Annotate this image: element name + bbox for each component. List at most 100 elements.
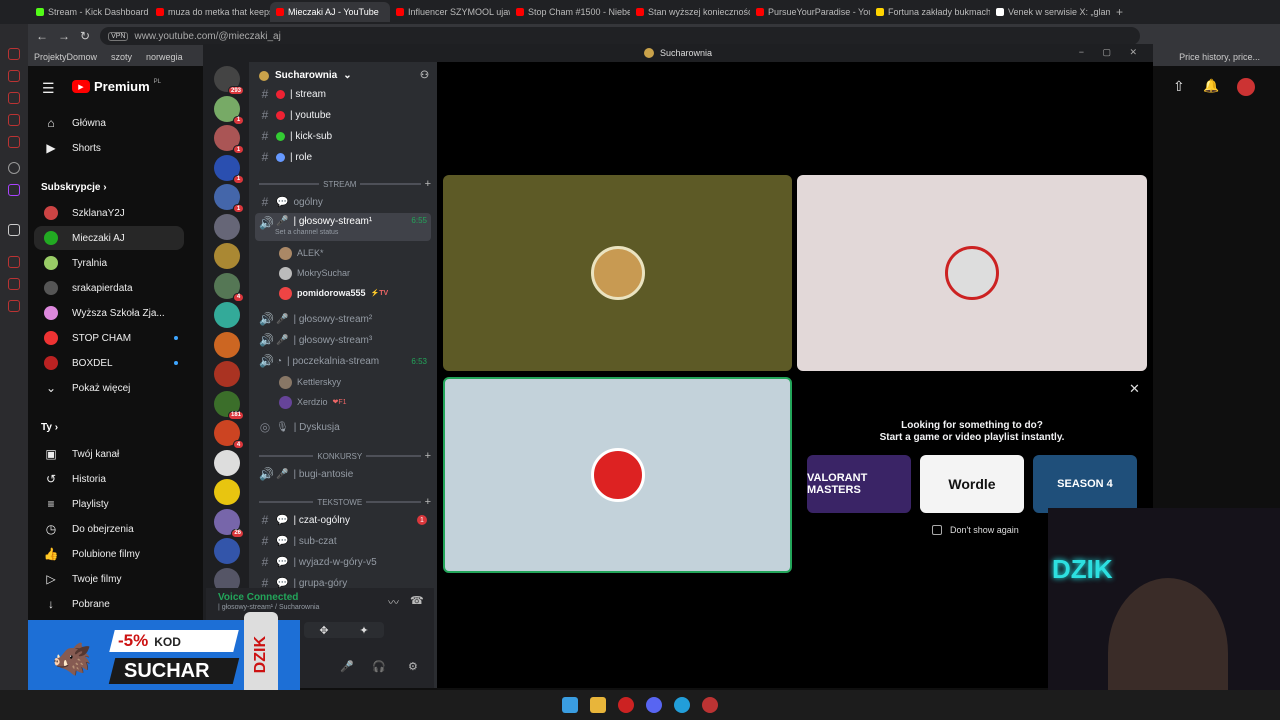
category-stream[interactable]: STREAM + (259, 177, 431, 191)
browser-tab[interactable]: Venek w serwisie X: „glam (990, 2, 1110, 22)
you-item[interactable]: ↺ Historia (34, 467, 184, 491)
youtube-logo[interactable]: ▶ Premium PL (72, 79, 161, 94)
server-icon[interactable] (214, 213, 240, 240)
twitch-icon[interactable] (8, 184, 20, 196)
sidebar-app-icon[interactable] (8, 300, 20, 312)
sidebar-app-icon[interactable] (8, 114, 20, 126)
url-field[interactable]: VPN www.youtube.com/@mieczaki_aj (100, 27, 1141, 45)
text-channel[interactable]: # | youtube (255, 105, 431, 125)
close-icon[interactable]: ✕ (1129, 381, 1140, 397)
text-channel[interactable]: # 💬 | sub-czat (255, 531, 431, 551)
category-text[interactable]: TEKSTOWE + (259, 495, 431, 509)
server-icon[interactable]: 4 (214, 272, 244, 302)
nav-item-home[interactable]: ⌂ Główna (34, 111, 184, 135)
telegram-icon[interactable] (674, 697, 690, 713)
user-settings-icon[interactable]: ⚙ (408, 660, 418, 673)
browser-tab[interactable]: Stream - Kick Dashboard (30, 2, 150, 22)
subscriptions-heading[interactable]: Subskrypcje › (41, 182, 107, 193)
server-icon[interactable]: 1 (214, 184, 244, 213)
sidebar-app-icon[interactable] (8, 92, 20, 104)
browser-tab[interactable]: Stop Cham #1500 - Niebez (510, 2, 630, 22)
forward-icon[interactable]: → (58, 29, 70, 43)
sidebar-app-icon[interactable] (8, 70, 20, 82)
participant-tile[interactable] (797, 175, 1147, 371)
voice-channel-2[interactable]: 🔊 🎤 | głosowy-stream² (255, 309, 431, 329)
server-icon[interactable]: 181 (214, 390, 244, 420)
sidebar-app-icon[interactable] (8, 136, 20, 148)
activity-card[interactable]: SEASON 4 (1033, 455, 1137, 513)
voice-member[interactable]: pomidorowa555 ⚡TV (279, 283, 388, 303)
sidebar-app-icon[interactable] (8, 278, 20, 290)
microphone-icon[interactable]: 🎤 (340, 660, 354, 673)
channel-status[interactable]: Set a channel status (275, 229, 338, 236)
you-item[interactable]: ▣ Twój kanał (34, 442, 184, 466)
bookmark-norwegia[interactable]: norwegia (146, 52, 183, 62)
server-icon[interactable]: 1 (214, 125, 244, 154)
channel-general[interactable]: # 💬 ogólny (255, 192, 431, 212)
disconnect-icon[interactable]: ☎ (410, 594, 424, 607)
text-channel[interactable]: # | kick-sub (255, 126, 431, 146)
server-icon[interactable] (214, 538, 240, 564)
browser-tab[interactable]: muza do metka that keeps (150, 2, 270, 22)
voice-member[interactable]: MokrySuchar (279, 263, 350, 283)
bookmark-price-history[interactable]: Price history, price... (1179, 52, 1260, 62)
subscription-item[interactable]: Mieczaki AJ (34, 226, 184, 250)
server-icon[interactable]: 26 (214, 508, 244, 538)
sidebar-app-icon[interactable] (8, 256, 20, 268)
server-icon[interactable] (214, 361, 240, 387)
browser-tab[interactable]: PursueYourParadise - YouT (750, 2, 870, 22)
subscription-item[interactable]: STOP CHAM (34, 326, 184, 350)
new-tab-icon[interactable]: + (1116, 5, 1123, 19)
start-icon[interactable] (562, 697, 578, 713)
text-channel[interactable]: # 💬 | wyjazd-w-góry-v5 (255, 552, 431, 572)
server-icon[interactable]: 4 (214, 420, 244, 449)
server-header[interactable]: Sucharownia ⌄ ⚇ (259, 70, 429, 81)
subscription-item[interactable]: srakapierdata (34, 276, 184, 300)
browser-tab[interactable]: Influencer SZYMOOL ujaw (390, 2, 510, 22)
opera-icon[interactable] (618, 697, 634, 713)
activity-card[interactable]: Wordle (920, 455, 1024, 513)
activities-icon[interactable]: ✥ (319, 624, 328, 637)
category-contests[interactable]: KONKURSY + (259, 449, 431, 463)
x-icon[interactable] (8, 224, 20, 236)
menu-icon[interactable]: ☰ (42, 80, 55, 97)
add-channel-icon[interactable]: + (425, 496, 431, 508)
noise-suppression-icon[interactable]: 〰 (388, 594, 399, 610)
add-channel-icon[interactable]: + (425, 178, 431, 190)
bookmark-projektydomow[interactable]: ProjektyDomow (34, 52, 97, 62)
reload-icon[interactable]: ↻ (80, 29, 90, 43)
voice-location[interactable]: | głosowy-stream¹ / Sucharownia (218, 604, 319, 611)
voice-channel-waiting[interactable]: 🔊 ◔ | poczekalnia-stream 6:53 (255, 351, 431, 371)
add-channel-icon[interactable]: + (425, 450, 431, 462)
server-icon[interactable]: 293 (214, 66, 244, 95)
app-icon[interactable] (702, 697, 718, 713)
you-item[interactable]: ↓ Pobrane (34, 592, 184, 616)
soundboard-icon[interactable]: ✦ (359, 624, 368, 637)
upload-icon[interactable]: ⇧ (1173, 78, 1185, 95)
text-channel[interactable]: # | stream (255, 84, 431, 104)
discord-icon[interactable] (646, 697, 662, 713)
file-explorer-icon[interactable] (590, 697, 606, 713)
you-item[interactable]: 👍 Polubione filmy (34, 542, 184, 566)
window-controls[interactable]: − ▢ ✕ (1079, 47, 1145, 58)
notifications-icon[interactable]: 🔔 (1203, 78, 1219, 94)
voice-channel-active[interactable]: 🔊 🎤 | głosowy-stream¹ 6:55 Set a channel… (255, 213, 431, 241)
you-heading[interactable]: Ty › (41, 422, 58, 433)
you-item[interactable]: ▷ Twoje filmy (34, 567, 184, 591)
browser-tab[interactable]: Fortuna zakłady bukmache (870, 2, 990, 22)
show-more-button[interactable]: ⌄ Pokaż więcej (34, 376, 184, 400)
bookmark-szoty[interactable]: szoty (111, 52, 132, 62)
nav-item-shorts[interactable]: ▶ Shorts (34, 136, 184, 160)
voice-channel-3[interactable]: 🔊 🎤 | głosowy-stream³ (255, 330, 431, 350)
stage-channel[interactable]: ◎ 🎙 | Dyskusja (255, 417, 431, 437)
text-channel[interactable]: # 💬 | czat-ogólny 1 (255, 510, 431, 530)
server-icon[interactable]: 1 (214, 154, 244, 184)
activity-card[interactable]: VALORANT MASTERS (807, 455, 911, 513)
voice-member[interactable]: Xerdzio ❤F1 (279, 392, 347, 412)
subscription-item[interactable]: SzklanaY2J (34, 201, 184, 225)
checkbox[interactable] (932, 525, 942, 535)
participant-tile[interactable] (443, 175, 792, 371)
text-channel[interactable]: # | role (255, 147, 431, 167)
voice-member[interactable]: Kettlerskyy (279, 372, 341, 392)
voice-member[interactable]: ALEK* (279, 243, 324, 263)
